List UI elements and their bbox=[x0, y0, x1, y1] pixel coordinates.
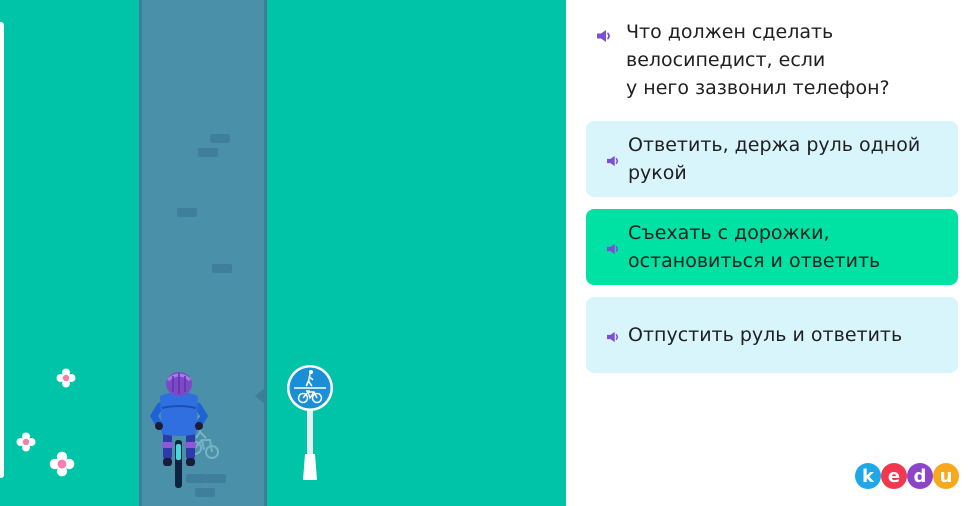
path-brick bbox=[212, 264, 232, 273]
flower-icon bbox=[16, 432, 36, 452]
flower-icon bbox=[56, 368, 76, 388]
answer-label: Съехать с дорожки, остановиться и ответи… bbox=[628, 222, 881, 272]
speaker-icon[interactable] bbox=[596, 28, 612, 47]
game-scene bbox=[0, 0, 566, 506]
path-brick bbox=[210, 134, 230, 143]
kedu-logo: kedu bbox=[855, 463, 959, 489]
question-block: Что должен сделать велосипедист, если у … bbox=[596, 18, 956, 102]
bike-pedestrian-sign-icon bbox=[287, 365, 333, 480]
logo-letter: d bbox=[914, 466, 927, 487]
logo-letter: k bbox=[862, 466, 875, 487]
answer-label: Отпустить руль и ответить bbox=[628, 324, 903, 346]
flower-icon bbox=[49, 451, 75, 477]
quiz-panel: Что должен сделать велосипедист, если у … bbox=[566, 0, 970, 506]
scene-edge bbox=[0, 22, 4, 478]
answer-option-one-hand[interactable]: Ответить, держа руль одной рукой bbox=[586, 121, 958, 197]
answer-option-stop-and-answer[interactable]: Съехать с дорожки, остановиться и ответи… bbox=[586, 209, 958, 285]
logo-letter: u bbox=[940, 466, 953, 487]
answer-option-release-handlebar[interactable]: Отпустить руль и ответить bbox=[586, 297, 958, 373]
game-root: Что должен сделать велосипедист, если у … bbox=[0, 0, 970, 506]
speaker-icon[interactable] bbox=[606, 240, 620, 259]
speaker-icon[interactable] bbox=[606, 152, 620, 171]
question-text: Что должен сделать велосипедист, если у … bbox=[626, 21, 890, 99]
path-notch bbox=[255, 388, 265, 404]
path-brick bbox=[177, 208, 197, 217]
speaker-icon[interactable] bbox=[606, 328, 620, 347]
path-brick bbox=[198, 148, 218, 157]
answer-label: Ответить, держа руль одной рукой bbox=[628, 134, 921, 184]
cyclist-character bbox=[149, 372, 219, 488]
logo-letter: e bbox=[888, 466, 900, 487]
